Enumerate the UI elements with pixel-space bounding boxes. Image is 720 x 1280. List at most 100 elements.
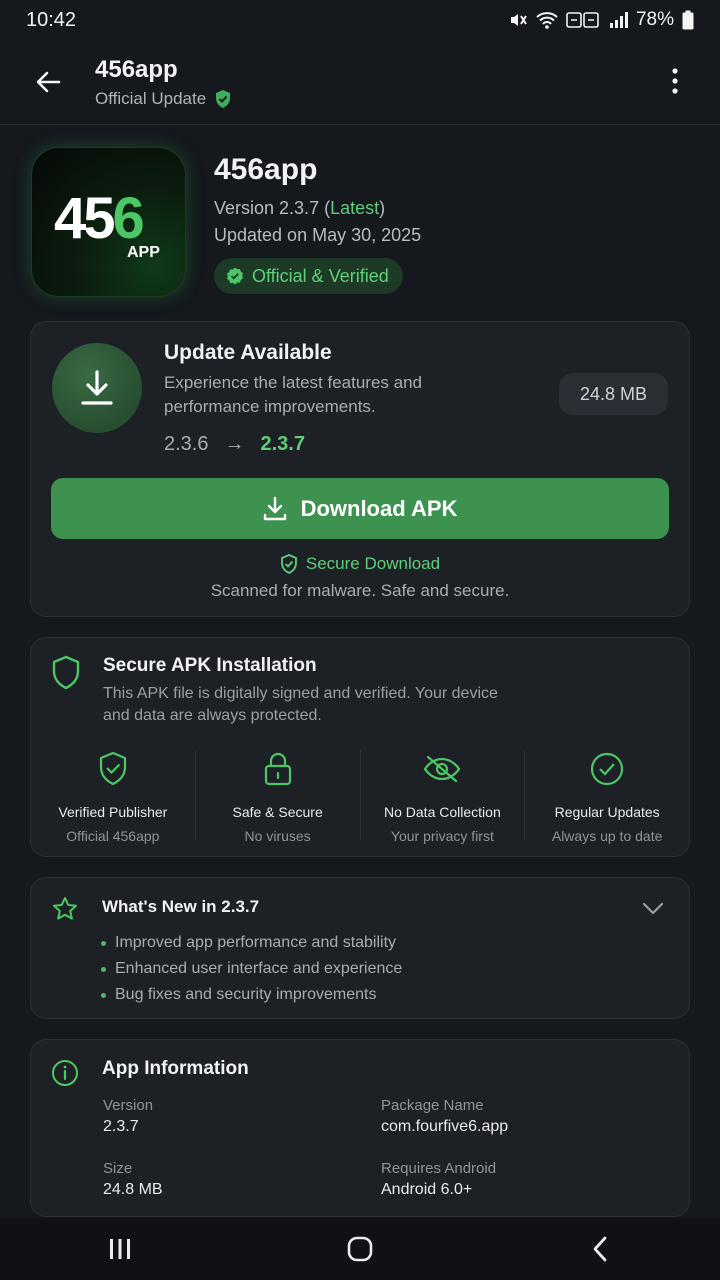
- feature-sub: Always up to date: [551, 828, 663, 844]
- info-value: Android 6.0+: [381, 1181, 473, 1198]
- shield-check-icon: [280, 554, 297, 574]
- feature-verified-publisher: Verified Publisher Official 456app: [31, 750, 195, 844]
- version-from: 2.3.6: [164, 433, 209, 455]
- update-title: Update Available: [164, 341, 332, 364]
- chevron-left-icon: [593, 1236, 607, 1262]
- list-item: Bug fixes and security improvements: [101, 982, 402, 1008]
- signal-icon: [609, 12, 628, 28]
- feature-name: Regular Updates: [554, 804, 660, 820]
- whats-new-list: Improved app performance and stability E…: [101, 930, 402, 1008]
- update-card: Update Available Experience the latest f…: [30, 321, 690, 617]
- download-apk-button[interactable]: Download APK: [51, 478, 669, 539]
- mute-icon: [510, 14, 527, 26]
- verified-badge-text: Official & Verified: [252, 265, 389, 286]
- status-bar: 10:42 78%: [0, 0, 720, 40]
- secure-download-note: Scanned for malware. Safe and secure.: [210, 581, 510, 600]
- more-vert-icon: [672, 68, 678, 94]
- lock-icon: [264, 752, 291, 786]
- secure-install-description: This APK file is digitally signed and ve…: [103, 685, 498, 724]
- shield-icon: [52, 655, 80, 690]
- info-value: com.fourfive6.app: [381, 1118, 509, 1135]
- list-item-text: Enhanced user interface and experience: [115, 960, 403, 977]
- page-subtitle: Official Update: [95, 89, 232, 109]
- secure-download-text: Secure Download: [305, 554, 441, 573]
- app-info-title: App Information: [102, 1058, 249, 1079]
- info-size: Size 24.8 MB: [103, 1160, 163, 1199]
- secure-install-card: Secure APK Installation This APK file is…: [30, 637, 690, 857]
- list-item: Enhanced user interface and experience: [101, 956, 402, 982]
- verified-badge: Official & Verified: [214, 258, 403, 294]
- feature-regular-updates: Regular Updates Always up to date: [524, 750, 689, 844]
- app-icon-number-main: 45: [54, 186, 115, 251]
- back-button[interactable]: [28, 62, 68, 102]
- verified-shield-icon: [216, 90, 231, 108]
- info-package: Package Name com.fourfive6.app: [381, 1097, 508, 1136]
- system-nav-bar: [0, 1218, 720, 1280]
- whats-new-card[interactable]: What's New in 2.3.7 Improved app perform…: [30, 877, 690, 1019]
- app-header: 456 APP 456app Version 2.3.7 (Latest) Up…: [0, 125, 720, 320]
- battery-percent: 78%: [635, 9, 674, 30]
- latest-label: Latest: [330, 198, 380, 218]
- download-apk-label: Download APK: [300, 495, 458, 521]
- app-name: 456app: [214, 153, 318, 186]
- top-app-bar: 456app Official Update: [0, 40, 720, 125]
- app-icon: 456 APP: [31, 147, 186, 297]
- update-description: Experience the latest features and perfo…: [164, 373, 422, 416]
- download-icon: [263, 496, 286, 520]
- star-icon: [53, 897, 77, 920]
- info-icon: [52, 1060, 78, 1086]
- more-options-button[interactable]: [660, 66, 690, 96]
- info-value: 24.8 MB: [103, 1181, 163, 1198]
- feature-no-data-collection: No Data Collection Your privacy first: [359, 750, 525, 844]
- app-version-suffix: ): [379, 198, 386, 218]
- wifi-icon: [536, 12, 558, 29]
- check-circle-icon: [591, 752, 624, 786]
- info-label: Version: [103, 1097, 154, 1114]
- file-size-badge: 24.8 MB: [558, 373, 668, 415]
- feature-sub: No viruses: [244, 828, 311, 844]
- security-features: Verified Publisher Official 456app Safe …: [31, 750, 689, 844]
- battery-icon: [682, 10, 694, 30]
- recents-icon: [110, 1239, 130, 1259]
- data-network-icon: [566, 12, 599, 28]
- whats-new-title: What's New in 2.3.7: [102, 897, 260, 916]
- info-value: 2.3.7: [103, 1118, 139, 1135]
- info-label: Package Name: [381, 1097, 484, 1114]
- info-version: Version 2.3.7: [103, 1097, 153, 1136]
- eye-off-icon: [424, 755, 461, 783]
- recent-apps-button[interactable]: [90, 1224, 150, 1274]
- home-button[interactable]: [330, 1224, 390, 1274]
- list-item: Improved app performance and stability: [101, 930, 402, 956]
- arrow-left-icon: [36, 71, 61, 93]
- home-icon: [347, 1236, 373, 1262]
- app-updated-date: Updated on May 30, 2025: [214, 225, 422, 245]
- info-android: Requires Android Android 6.0+: [381, 1160, 496, 1199]
- chevron-down-icon[interactable]: [641, 896, 665, 920]
- version-change: 2.3.6 → 2.3.7: [164, 433, 305, 456]
- feature-name: No Data Collection: [384, 804, 501, 820]
- list-item-text: Improved app performance and stability: [115, 934, 397, 951]
- feature-safe-secure: Safe & Secure No viruses: [194, 750, 360, 844]
- system-back-button[interactable]: [570, 1224, 630, 1274]
- version-to: 2.3.7: [260, 433, 305, 455]
- app-icon-number: 456: [54, 190, 145, 248]
- info-label: Requires Android: [381, 1160, 497, 1177]
- download-circle: [52, 343, 142, 433]
- page-subtitle-text: Official Update: [95, 89, 207, 108]
- feature-sub: Official 456app: [66, 828, 160, 844]
- page-title: 456app: [95, 56, 178, 83]
- app-version: Version 2.3.7 (Latest): [214, 198, 385, 219]
- list-item-text: Bug fixes and security improvements: [115, 986, 377, 1003]
- download-icon: [81, 370, 113, 405]
- arrow-right-icon: →: [224, 433, 245, 455]
- app-info-card: App Information Version 2.3.7 Package Na…: [30, 1039, 690, 1217]
- feature-name: Verified Publisher: [58, 804, 168, 820]
- app-icon-label: APP: [127, 244, 160, 261]
- feature-sub: Your privacy first: [390, 828, 494, 844]
- shield-check-icon: [99, 751, 126, 786]
- feature-name: Safe & Secure: [232, 804, 323, 820]
- app-icon-number-accent: 6: [112, 186, 145, 251]
- info-label: Size: [103, 1160, 133, 1177]
- app-version-prefix: Version 2.3.7 (: [214, 198, 331, 218]
- secure-install-title: Secure APK Installation: [103, 655, 317, 676]
